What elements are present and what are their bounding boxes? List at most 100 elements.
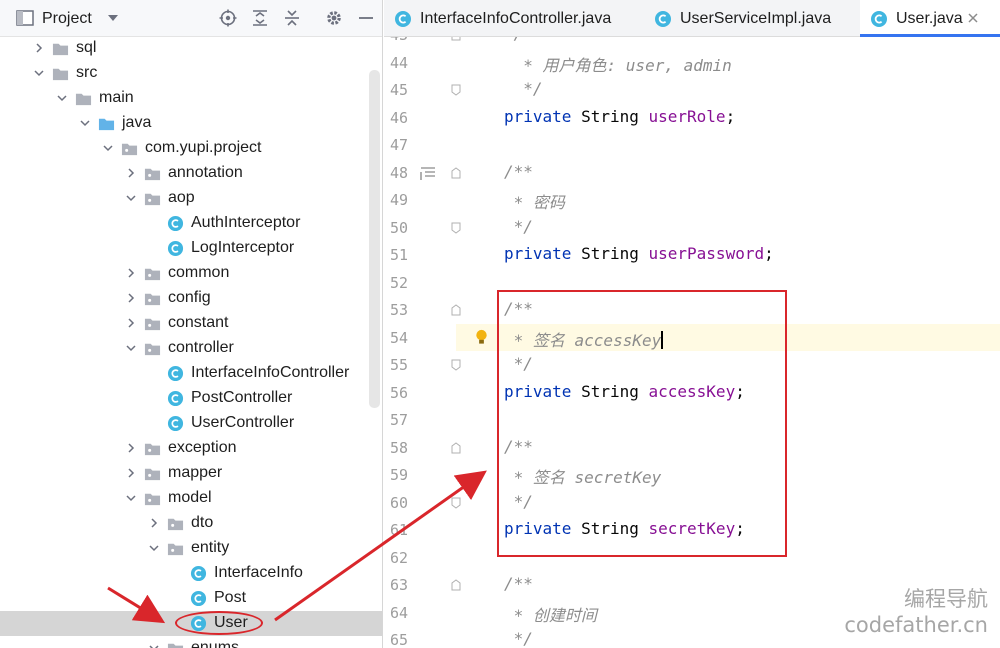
tree-item-main[interactable]: main xyxy=(0,86,382,111)
tree-item-java[interactable]: java xyxy=(0,111,382,136)
fold-marker-icon[interactable] xyxy=(451,37,461,41)
chevron-down-icon[interactable] xyxy=(148,542,160,554)
code-token: * 创建时间 xyxy=(504,605,597,625)
java-class-icon xyxy=(190,590,207,607)
tree-item-post[interactable]: Post xyxy=(0,586,382,611)
code-token: userRole xyxy=(648,106,726,126)
chevron-down-icon[interactable] xyxy=(125,492,137,504)
java-class-icon xyxy=(167,390,184,407)
java-class-icon xyxy=(655,11,671,27)
package-icon xyxy=(144,318,161,331)
tab-user-service-impl[interactable]: UserServiceImpl.java xyxy=(644,0,856,37)
folder-icon xyxy=(52,43,69,56)
fold-marker-icon[interactable] xyxy=(451,304,461,316)
gear-icon[interactable] xyxy=(325,9,343,27)
chevron-down-icon[interactable] xyxy=(148,642,160,648)
tree-item-entity[interactable]: entity xyxy=(0,536,382,561)
tree-item-config[interactable]: config xyxy=(0,286,382,311)
chevron-right-icon[interactable] xyxy=(125,442,137,454)
minimize-icon[interactable] xyxy=(357,9,375,27)
line-number: 57 xyxy=(389,411,408,429)
tree-item-label: controller xyxy=(168,339,234,356)
code-token: */ xyxy=(504,216,533,236)
fold-marker-icon[interactable] xyxy=(451,166,461,179)
package-icon xyxy=(144,193,161,206)
tree-item-loginterceptor[interactable]: LogInterceptor xyxy=(0,236,382,261)
chevron-right-icon[interactable] xyxy=(125,292,137,304)
tree-item-label: UserController xyxy=(191,414,295,431)
chevron-down-icon[interactable] xyxy=(33,67,45,79)
project-view-title[interactable]: Project xyxy=(42,10,92,28)
fold-marker-icon[interactable] xyxy=(451,222,461,234)
chevron-down-icon[interactable] xyxy=(106,11,120,25)
code-line: * 创建时间 xyxy=(504,602,597,626)
line-number: 48 xyxy=(389,163,408,182)
tree-item-exception[interactable]: exception xyxy=(0,436,382,461)
collapse-all-icon[interactable] xyxy=(283,9,301,27)
locate-target-icon[interactable] xyxy=(219,9,237,27)
fold-marker-icon[interactable] xyxy=(451,579,461,591)
chevron-down-icon[interactable] xyxy=(102,142,114,154)
tree-item-usercontroller[interactable]: UserController xyxy=(0,411,382,436)
tree-item-com-yupi-project[interactable]: com.yupi.project xyxy=(0,136,382,161)
doc-render-icon[interactable] xyxy=(420,166,436,180)
code-token: * 密码 xyxy=(504,193,565,212)
tree-item-interfaceinfocontroller[interactable]: InterfaceInfoController xyxy=(0,361,382,386)
chevron-down-icon[interactable] xyxy=(125,192,137,204)
editor-gutter: 43 44 45 46 47 48 49 50 51 52 53 54 55 56 57 58 59 60 61 62… xyxy=(384,37,461,648)
tree-item-constant[interactable]: constant xyxy=(0,311,382,336)
tree-item-aop[interactable]: aop xyxy=(0,186,382,211)
tree-item-postcontroller[interactable]: PostController xyxy=(0,386,382,411)
tree-item-label: config xyxy=(168,289,211,306)
tree-item-dto[interactable]: dto xyxy=(0,511,382,536)
expand-all-icon[interactable] xyxy=(251,9,269,27)
fold-marker-icon[interactable] xyxy=(451,359,461,371)
tab-user-java[interactable]: User.java xyxy=(860,0,1000,37)
code-line: /** xyxy=(504,162,533,181)
tree-item-label: Post xyxy=(214,589,247,606)
tree-item-authinterceptor[interactable]: AuthInterceptor xyxy=(0,211,382,236)
project-view-icon xyxy=(16,10,34,26)
package-icon xyxy=(144,293,161,306)
close-icon[interactable] xyxy=(966,11,980,25)
line-number: 46 xyxy=(389,108,408,127)
tree-item-label: InterfaceInfoController xyxy=(191,364,350,381)
fold-marker-icon[interactable] xyxy=(451,497,461,509)
tree-item-interfaceinfo[interactable]: InterfaceInfo xyxy=(0,561,382,586)
tree-item-model[interactable]: model xyxy=(0,486,382,511)
chevron-right-icon[interactable] xyxy=(125,167,137,179)
fold-marker-icon[interactable] xyxy=(451,441,461,454)
tree-item-enums[interactable]: enums xyxy=(0,636,382,648)
tree-item-annotation[interactable]: annotation xyxy=(0,161,382,186)
project-panel-header: Project xyxy=(0,0,382,37)
chevron-down-icon[interactable] xyxy=(56,92,68,104)
tree-item-common[interactable]: common xyxy=(0,261,382,286)
code-token: * 用户角色: user, admin xyxy=(504,55,732,75)
tab-label: UserServiceImpl.java xyxy=(680,10,832,27)
package-icon xyxy=(144,493,161,506)
package-icon xyxy=(144,468,161,481)
lightbulb-icon[interactable] xyxy=(473,328,490,346)
chevron-right-icon[interactable] xyxy=(33,42,45,54)
project-scrollbar[interactable] xyxy=(369,70,380,408)
chevron-right-icon[interactable] xyxy=(125,467,137,479)
tree-item-sql[interactable]: sql xyxy=(0,36,382,61)
watermark-title: 编程导航 xyxy=(904,587,988,611)
chevron-right-icon[interactable] xyxy=(125,267,137,279)
source-folder-icon xyxy=(98,118,115,131)
tree-item-label: com.yupi.project xyxy=(145,139,262,156)
tab-interface-info-controller[interactable]: InterfaceInfoController.java xyxy=(384,0,642,37)
chevron-down-icon[interactable] xyxy=(125,342,137,354)
chevron-right-icon[interactable] xyxy=(125,317,137,329)
tree-item-src[interactable]: src xyxy=(0,61,382,86)
chevron-down-icon[interactable] xyxy=(79,117,91,129)
chevron-right-icon[interactable] xyxy=(148,517,160,529)
line-number: 43 xyxy=(384,37,408,44)
fold-marker-icon[interactable] xyxy=(451,84,461,96)
tree-item-mapper[interactable]: mapper xyxy=(0,461,382,486)
code-token: */ xyxy=(504,79,543,98)
java-class-icon xyxy=(167,215,184,232)
tree-item-label: LogInterceptor xyxy=(191,239,295,256)
tree-item-label: constant xyxy=(168,314,229,331)
tree-item-controller[interactable]: controller xyxy=(0,336,382,361)
